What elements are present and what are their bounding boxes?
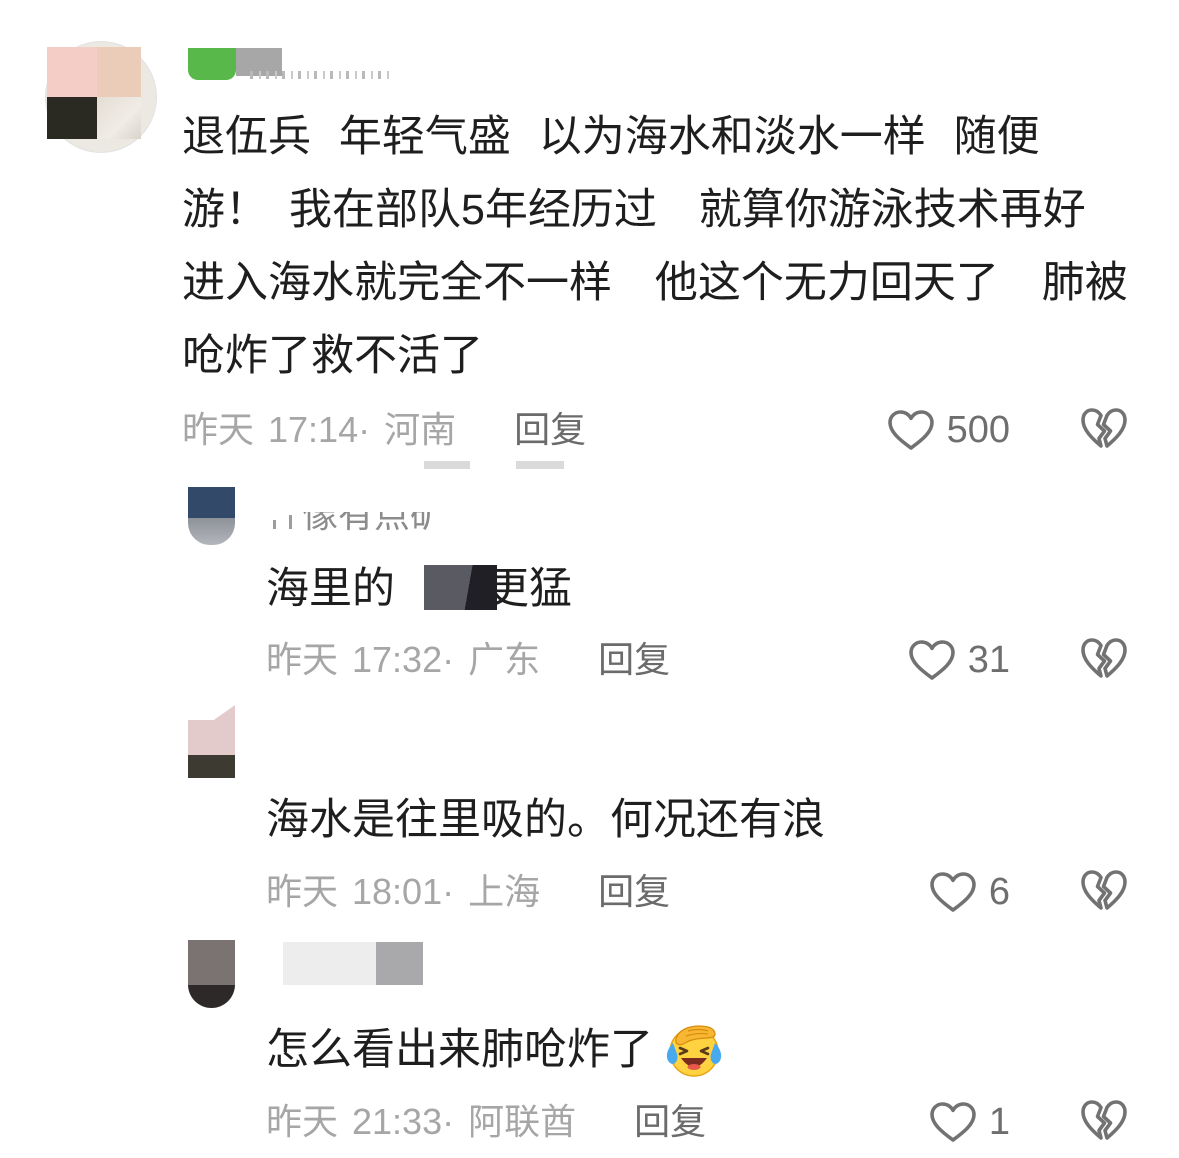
heart-icon bbox=[929, 1101, 977, 1143]
broken-heart-icon bbox=[1080, 637, 1128, 683]
username-fragment bbox=[289, 515, 292, 529]
redaction-bar bbox=[424, 461, 470, 469]
comment-text-line: 进入海水就完全不一样 他这个无力回天了 肺被 bbox=[182, 259, 1128, 307]
reply-avatar[interactable] bbox=[188, 705, 235, 778]
dislike-button[interactable] bbox=[1080, 1099, 1128, 1145]
comment-text-line: 呛炸了救不活了 bbox=[182, 332, 483, 380]
like-button[interactable]: 6 bbox=[929, 870, 1010, 914]
comment-text-line: 游！ 我在部队5年经历过 就算你游泳技术再好 bbox=[182, 186, 1086, 234]
like-count: 31 bbox=[967, 639, 1010, 681]
avatar-mosaic-tile bbox=[188, 755, 235, 778]
reply-meta: 昨天 21:33· 阿联酋 回复 bbox=[266, 1100, 706, 1144]
avatar-mosaic-tile bbox=[47, 47, 97, 97]
avatar-mosaic-tile bbox=[188, 940, 235, 985]
avatar-mosaic-tile bbox=[188, 487, 235, 518]
reply-button[interactable]: 回复 bbox=[598, 870, 670, 914]
dislike-button[interactable] bbox=[1080, 407, 1128, 453]
reply-button[interactable]: 回复 bbox=[598, 638, 670, 682]
username-fragment bbox=[273, 520, 276, 529]
reply-avatar[interactable] bbox=[188, 487, 235, 545]
heart-icon bbox=[908, 639, 956, 681]
heart-icon bbox=[929, 871, 977, 913]
broken-heart-icon bbox=[1080, 869, 1128, 915]
avatar-mosaic-tile bbox=[188, 985, 235, 1008]
like-count: 6 bbox=[988, 871, 1010, 913]
text-redaction-block bbox=[424, 565, 497, 610]
facepalm-emoji bbox=[664, 1022, 724, 1078]
redacted-username[interactable] bbox=[283, 942, 423, 985]
comment-meta: 昨天 17:14· 河南 回复 bbox=[182, 408, 586, 452]
reply-meta: 昨天 17:32· 广东 回复 bbox=[266, 638, 670, 682]
like-button[interactable]: 1 bbox=[929, 1100, 1010, 1144]
like-button[interactable]: 31 bbox=[908, 638, 1010, 682]
avatar-mosaic-tile bbox=[97, 47, 141, 97]
broken-heart-icon bbox=[1080, 407, 1128, 453]
timestamp-location: 昨天 17:14· 河南 bbox=[182, 409, 457, 450]
reply-username[interactable]: 像有点矿 bbox=[302, 512, 472, 532]
reply-text: 海水是往里吸的。何况还有浪 bbox=[266, 796, 825, 844]
avatar-mosaic-tile bbox=[188, 705, 235, 755]
avatar-mosaic-tile bbox=[188, 518, 235, 545]
dislike-button[interactable] bbox=[1080, 869, 1128, 915]
avatar-mosaic-tile bbox=[47, 97, 97, 139]
redaction-bar bbox=[516, 461, 564, 469]
reply-meta: 昨天 18:01· 上海 回复 bbox=[266, 870, 670, 914]
reply-text-part: 更猛 bbox=[486, 565, 572, 613]
reply-username-text: 像有点矿 bbox=[302, 512, 446, 532]
comment-text-line: 退伍兵 年轻气盛 以为海水和淡水一样 随便 bbox=[182, 113, 1040, 161]
commenter-avatar[interactable] bbox=[46, 40, 158, 152]
broken-heart-icon bbox=[1080, 1099, 1128, 1145]
avatar-mosaic-tile bbox=[97, 97, 141, 139]
username-redaction-block bbox=[188, 48, 236, 80]
reply-text-part: 海里的 bbox=[266, 565, 395, 613]
dislike-button[interactable] bbox=[1080, 637, 1128, 683]
like-button[interactable]: 500 bbox=[887, 408, 1010, 452]
username-redaction-block bbox=[283, 942, 376, 985]
like-count: 1 bbox=[988, 1101, 1010, 1143]
like-count: 500 bbox=[946, 409, 1010, 451]
reply-button[interactable]: 回复 bbox=[514, 408, 586, 452]
timestamp-location: 昨天 17:32· 广东 bbox=[266, 639, 541, 680]
redacted-username[interactable] bbox=[188, 48, 398, 82]
username-fragment bbox=[250, 71, 390, 79]
reply-button[interactable]: 回复 bbox=[634, 1100, 706, 1144]
username-redaction-block bbox=[376, 942, 423, 985]
heart-icon bbox=[887, 409, 935, 451]
reply-text: 怎么看出来肺呛炸了 bbox=[266, 1026, 653, 1074]
timestamp-location: 昨天 21:33· 阿联酋 bbox=[266, 1101, 577, 1142]
timestamp-location: 昨天 18:01· 上海 bbox=[266, 871, 541, 912]
reply-avatar[interactable] bbox=[188, 940, 235, 1008]
